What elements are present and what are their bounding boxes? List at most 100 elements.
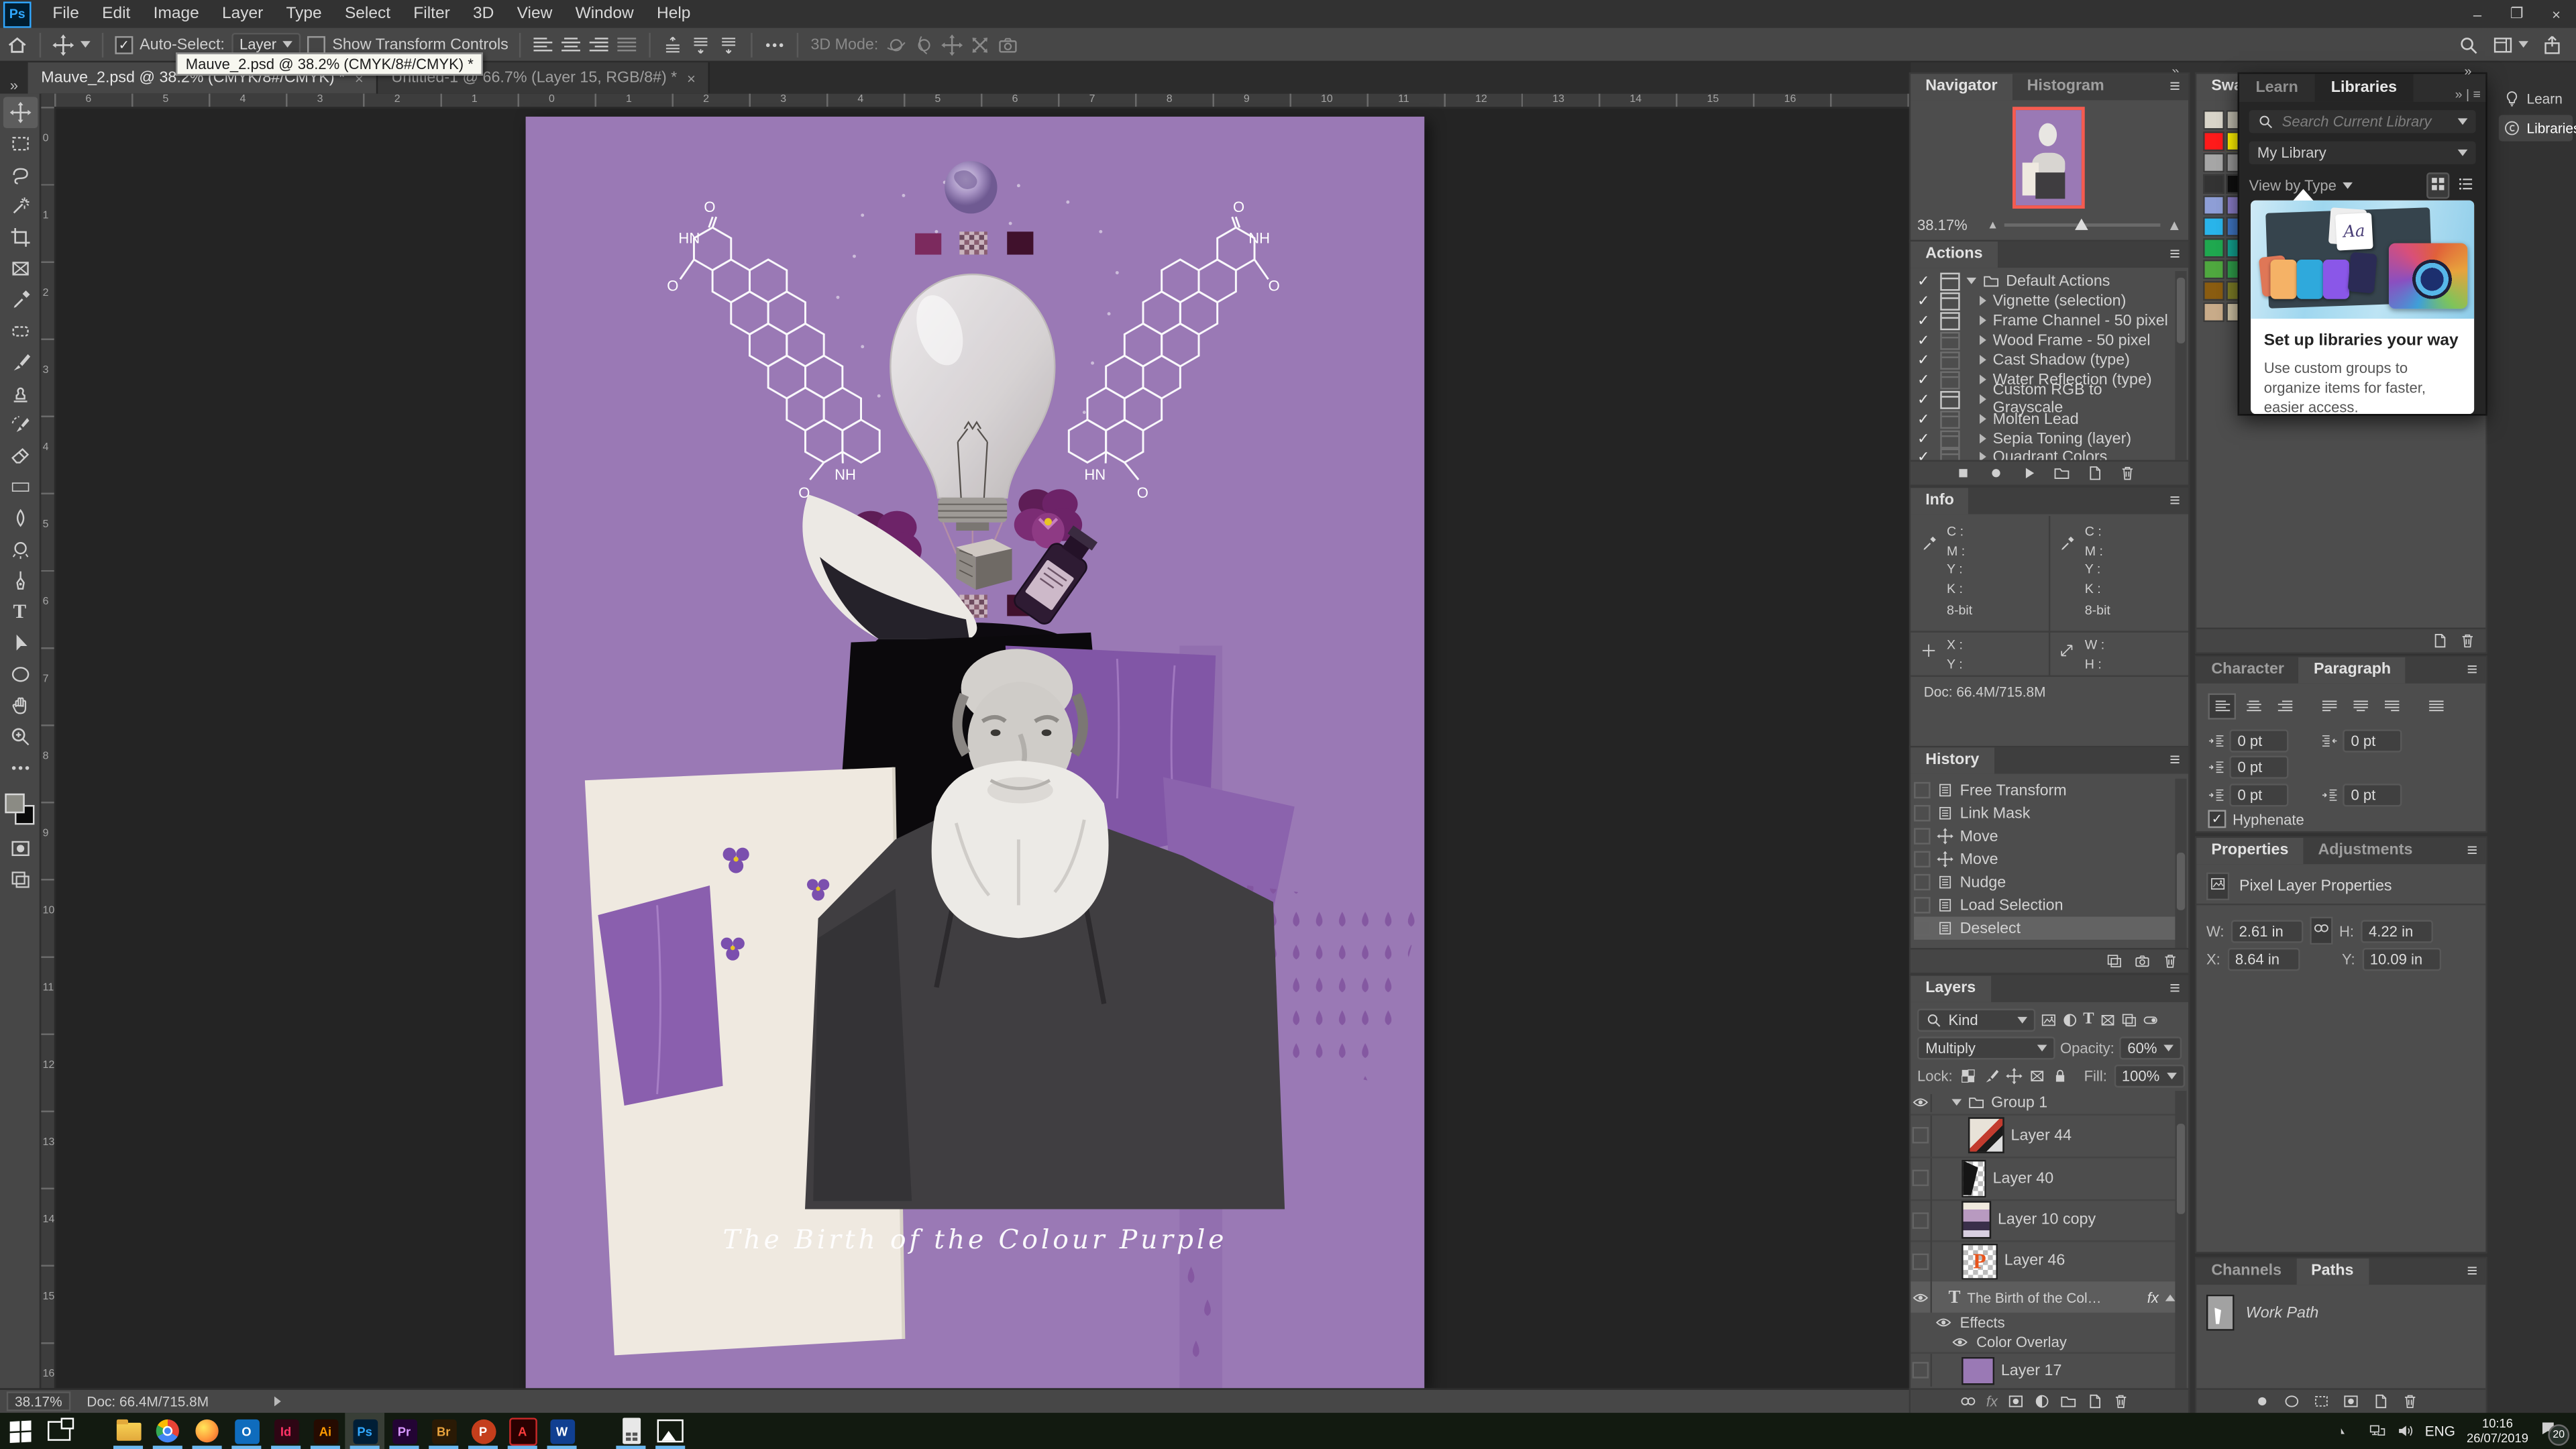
tool-rectangular-marquee[interactable]: [3, 128, 37, 160]
align-bottom-icon[interactable]: [718, 34, 740, 55]
taskbar-firefox[interactable]: [187, 1413, 227, 1449]
snapshot-camera-icon[interactable]: [2134, 953, 2150, 969]
layer-row[interactable]: P Layer 46: [1911, 1240, 2175, 1283]
menu-3d[interactable]: 3D: [462, 0, 506, 28]
menu-file[interactable]: File: [41, 0, 91, 28]
layer-row[interactable]: Layer 10 copy: [1911, 1199, 2175, 1242]
visibility-toggle[interactable]: [1913, 1212, 1929, 1228]
panel-menu-icon[interactable]: ≡: [2169, 976, 2180, 1002]
auto-select-checkbox[interactable]: ✓: [115, 36, 133, 54]
taskbar-outlook[interactable]: O: [227, 1413, 266, 1449]
filter-smart-object-icon[interactable]: [2121, 1011, 2137, 1027]
tool-lasso[interactable]: [3, 160, 37, 191]
blend-mode-dropdown[interactable]: Multiply: [1917, 1036, 2055, 1059]
tab-channels[interactable]: Channels: [2196, 1258, 2296, 1285]
tool-eyedropper[interactable]: [3, 284, 37, 316]
layer-row[interactable]: Layer 17: [1911, 1352, 2175, 1387]
expand-caret-icon[interactable]: [1966, 278, 1976, 284]
status-options-chevron[interactable]: [274, 1397, 281, 1407]
new-action-icon[interactable]: [2086, 465, 2102, 481]
action-set-row[interactable]: ✓ Default Actions: [1917, 271, 2175, 290]
menu-image[interactable]: Image: [142, 0, 210, 28]
opacity-field[interactable]: 60%: [2119, 1036, 2182, 1059]
taskbar-chrome[interactable]: [148, 1413, 187, 1449]
eye-icon[interactable]: [1913, 1094, 1929, 1110]
menu-view[interactable]: View: [506, 0, 564, 28]
taskbar-file-explorer[interactable]: [109, 1413, 148, 1449]
action-row[interactable]: ✓Frame Channel - 50 pixel: [1917, 311, 2175, 330]
navigator-zoom-value[interactable]: 38.17%: [1917, 217, 1968, 233]
taskbar-premiere[interactable]: Pr: [384, 1413, 424, 1449]
vertical-ruler[interactable]: 012345678910111213141516: [41, 107, 56, 1388]
distribute-icon[interactable]: [616, 34, 638, 55]
taskbar-photos[interactable]: [651, 1413, 690, 1449]
layer-row-group[interactable]: Group 1: [1911, 1091, 2175, 1116]
tool-clone-stamp[interactable]: [3, 378, 37, 409]
tool-frame[interactable]: [3, 253, 37, 284]
edit-toolbar-button[interactable]: [3, 753, 37, 784]
justify-last-center-button[interactable]: [2346, 693, 2374, 719]
scrollbar[interactable]: [2177, 278, 2185, 343]
layer-row[interactable]: Layer 40: [1911, 1157, 2175, 1201]
justify-all-button[interactable]: [2422, 693, 2450, 719]
start-button[interactable]: [0, 1413, 40, 1449]
tool-eraser[interactable]: [3, 440, 37, 472]
filter-type-icon[interactable]: T: [2083, 1010, 2094, 1028]
new-set-folder-icon[interactable]: [2053, 465, 2069, 481]
space-after-field[interactable]: 0 pt: [2343, 784, 2402, 806]
swatch[interactable]: [2203, 281, 2224, 301]
history-row[interactable]: Move: [1914, 848, 2175, 871]
action-check-icon[interactable]: ✓: [1917, 272, 1933, 290]
tool-type[interactable]: T: [3, 596, 37, 628]
swatch[interactable]: [2203, 195, 2224, 215]
history-row[interactable]: Load Selection: [1914, 894, 2175, 916]
volume-icon[interactable]: [2397, 1423, 2413, 1439]
tool-crop[interactable]: [3, 222, 37, 254]
taskbar-acrobat[interactable]: A: [502, 1413, 542, 1449]
path-mask-icon[interactable]: [2343, 1393, 2359, 1409]
zoom-level-field[interactable]: 38.17%: [7, 1391, 70, 1411]
collapse-panels-chevrons[interactable]: »: [2464, 64, 2471, 79]
list-view-button[interactable]: [2456, 174, 2475, 197]
tab-paths[interactable]: Paths: [2296, 1258, 2368, 1285]
learn-rail-button[interactable]: Learn: [2499, 85, 2573, 111]
action-row[interactable]: ✓Custom RGB to Grayscale: [1917, 389, 2175, 409]
align-left-icon[interactable]: [533, 34, 555, 55]
tool-healing-patch[interactable]: [3, 315, 37, 347]
task-view-button[interactable]: [40, 1413, 79, 1449]
delete-path-icon[interactable]: [2402, 1393, 2418, 1409]
layer-row[interactable]: Layer 44: [1911, 1114, 2175, 1158]
delete-layer-icon[interactable]: [2112, 1393, 2129, 1409]
taskbar-word[interactable]: W: [542, 1413, 582, 1449]
search-icon[interactable]: [2458, 34, 2479, 55]
panel-menu-icon[interactable]: ≡: [2467, 657, 2477, 684]
swatch[interactable]: [2203, 238, 2224, 258]
scrollbar[interactable]: [2177, 1124, 2185, 1214]
clock[interactable]: 10:16 26/07/2019: [2467, 1415, 2528, 1446]
panel-menu-icon[interactable]: ≡: [2169, 488, 2180, 514]
action-row[interactable]: ✓Sepia Toning (layer): [1917, 429, 2175, 448]
tool-dodge[interactable]: [3, 534, 37, 566]
new-path-icon[interactable]: [2372, 1393, 2388, 1409]
width-field[interactable]: 2.61 in: [2231, 919, 2303, 942]
delete-icon[interactable]: [2118, 465, 2135, 481]
visibility-toggle[interactable]: [1913, 1170, 1929, 1186]
show-transform-checkbox[interactable]: [308, 36, 326, 54]
navigator-thumbnail[interactable]: [2016, 110, 2082, 205]
fill-field[interactable]: 100%: [2114, 1064, 2184, 1087]
lock-transparent-icon[interactable]: [1959, 1067, 1975, 1083]
y-field[interactable]: 10.09 in: [2361, 948, 2440, 971]
home-icon[interactable]: [7, 34, 28, 55]
add-layer-style-icon[interactable]: fx: [1986, 1393, 1998, 1409]
minimize-button[interactable]: –: [2458, 0, 2498, 28]
eye-icon[interactable]: [1935, 1314, 1951, 1330]
history-row-selected[interactable]: Deselect: [1914, 917, 2175, 940]
align-center-icon[interactable]: [561, 34, 582, 55]
tool-hand[interactable]: [3, 690, 37, 722]
close-tab-icon[interactable]: ×: [687, 70, 696, 86]
language-indicator[interactable]: ENG: [2425, 1423, 2455, 1439]
work-path-row[interactable]: Work Path: [2206, 1293, 2473, 1332]
taskbar-calculator[interactable]: [611, 1413, 651, 1449]
lock-position-icon[interactable]: [2005, 1067, 2021, 1083]
network-icon[interactable]: [2369, 1423, 2385, 1439]
